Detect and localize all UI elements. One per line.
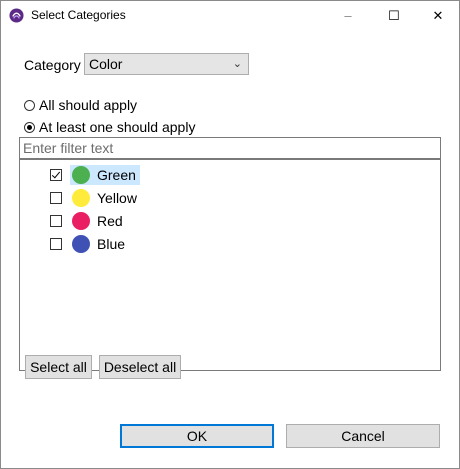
- item-label-yellow: Yellow: [97, 190, 137, 206]
- color-dot-icon: [72, 166, 90, 184]
- category-dropdown[interactable]: Color ⌄: [84, 53, 249, 75]
- item-label-blue: Blue: [97, 236, 126, 252]
- item-label-green: Green: [97, 167, 136, 183]
- radio-all-should-apply[interactable]: All should apply: [24, 97, 137, 113]
- radio-button-all[interactable]: [24, 99, 35, 111]
- title-bar[interactable]: Select Categories – ☐ ✕: [1, 1, 459, 30]
- deselect-all-button[interactable]: Deselect all: [99, 355, 181, 379]
- item-highlight: Red: [70, 211, 127, 231]
- cancel-button[interactable]: Cancel: [286, 424, 440, 448]
- filter-input[interactable]: [19, 137, 441, 159]
- chevron-down-icon: ⌄: [232, 58, 242, 70]
- list-item-yellow[interactable]: Yellow: [50, 188, 141, 208]
- category-selected-value: Color: [89, 56, 123, 72]
- color-dot-icon: [72, 235, 90, 253]
- radio-at-least-one[interactable]: At least one should apply: [24, 119, 195, 135]
- select-categories-dialog: Select Categories – ☐ ✕ Category Color ⌄…: [0, 0, 460, 469]
- close-button[interactable]: ✕: [417, 1, 459, 30]
- select-all-button[interactable]: Select all: [25, 355, 92, 379]
- color-dot-icon: [72, 212, 90, 230]
- category-item-list[interactable]: Green Yellow Red Blue: [19, 159, 441, 371]
- minimize-icon: –: [344, 8, 352, 23]
- dialog-body: Category Color ⌄ All should apply At lea…: [1, 31, 459, 468]
- checkbox-blue[interactable]: [50, 238, 62, 250]
- radio-label-all: All should apply: [39, 97, 138, 113]
- checkbox-green[interactable]: [50, 169, 62, 181]
- close-icon: ✕: [432, 7, 444, 23]
- ok-button[interactable]: OK: [120, 424, 274, 448]
- window-title: Select Categories: [31, 8, 126, 22]
- maximize-button[interactable]: ☐: [373, 1, 415, 30]
- checkbox-red[interactable]: [50, 215, 62, 227]
- list-item-red[interactable]: Red: [50, 211, 127, 231]
- radio-label-at-least-one: At least one should apply: [39, 119, 196, 135]
- maximize-icon: ☐: [388, 7, 400, 23]
- item-highlight: Blue: [70, 234, 129, 254]
- item-label-red: Red: [97, 213, 123, 229]
- radio-button-at-least-one[interactable]: [24, 121, 35, 133]
- item-highlight: Yellow: [70, 188, 141, 208]
- list-item-blue[interactable]: Blue: [50, 234, 129, 254]
- checkbox-yellow[interactable]: [50, 192, 62, 204]
- category-label: Category: [24, 57, 81, 73]
- purple-logo-icon: [9, 8, 24, 23]
- list-item-green[interactable]: Green: [50, 165, 140, 185]
- minimize-button[interactable]: –: [327, 1, 369, 30]
- item-highlight: Green: [70, 165, 140, 185]
- color-dot-icon: [72, 189, 90, 207]
